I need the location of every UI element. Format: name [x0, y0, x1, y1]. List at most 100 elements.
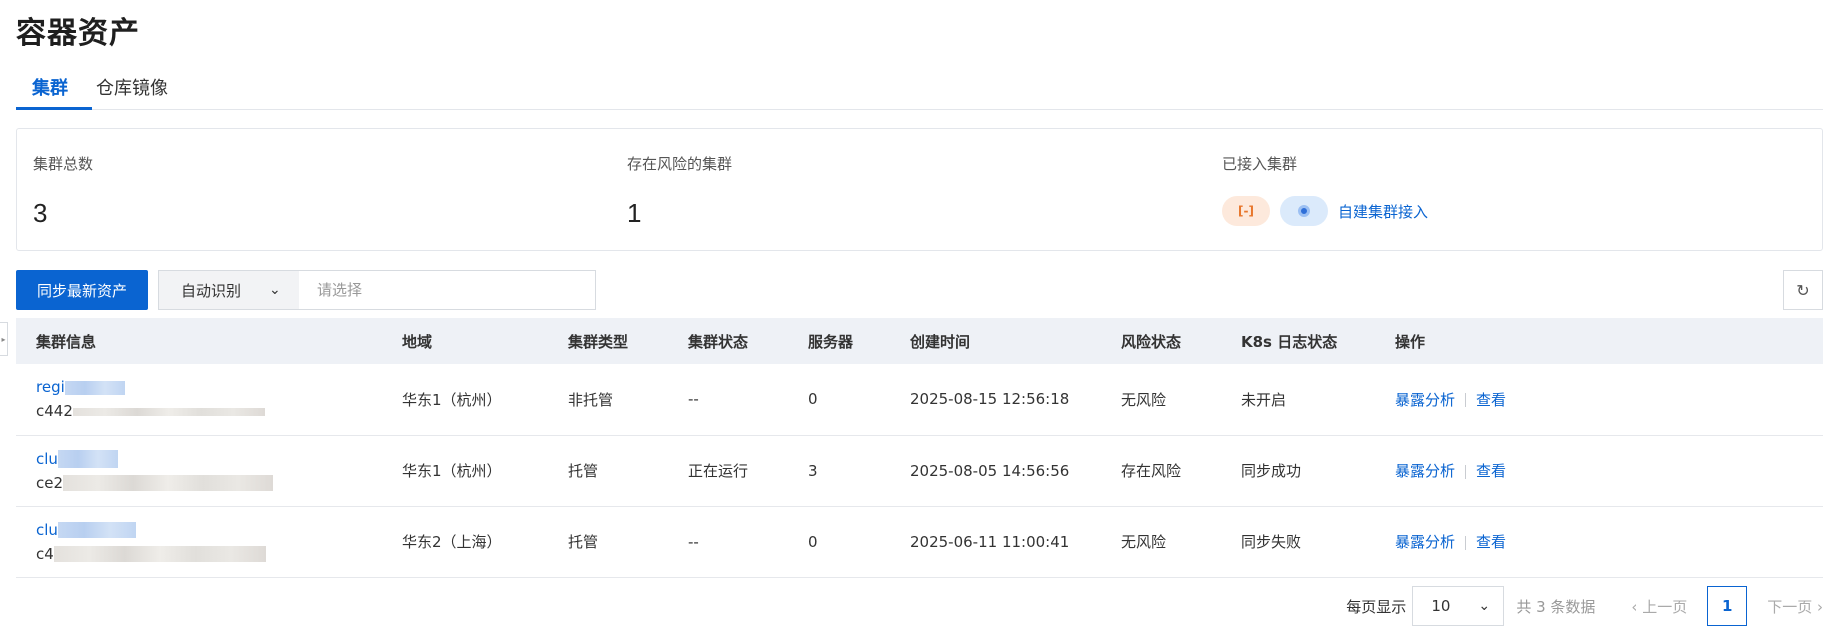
exposure-analysis-link[interactable]: 暴露分析: [1395, 533, 1455, 551]
cell-cluster-info: regi c442: [16, 364, 382, 436]
cluster-name-text: clu: [36, 520, 58, 539]
next-page-button[interactable]: 下一页 ›: [1767, 596, 1823, 617]
stat-total-clusters: 集群总数 3: [33, 153, 93, 229]
cluster-id-text: ce2: [36, 473, 64, 492]
stat-risk-label: 存在风险的集群: [627, 155, 733, 173]
cell-cluster-info: clu ce2: [16, 435, 382, 507]
page-size-value: 10: [1431, 597, 1451, 615]
refresh-button[interactable]: ↻: [1783, 270, 1823, 310]
cell-cluster-info: clu c4: [16, 506, 382, 578]
chevron-right-icon: ▸: [1, 334, 6, 344]
stat-total-label: 集群总数: [33, 155, 94, 173]
active-tab-indicator: [16, 107, 92, 110]
cell-type: 非托管: [548, 364, 668, 436]
cell-actions: 暴露分析 查看: [1375, 435, 1823, 507]
sidebar-collapse-handle[interactable]: ▸: [0, 322, 8, 356]
page-title: 容器资产: [16, 16, 140, 51]
action-divider: [1465, 393, 1467, 408]
cluster-name-text: regi: [36, 378, 65, 397]
action-divider: [1465, 535, 1467, 550]
table-row: regi c442 华东1（杭州） 非托管 -- 0 2025-08-15 12…: [16, 364, 1823, 436]
cell-actions: 暴露分析 查看: [1375, 506, 1823, 578]
tab-registry-images[interactable]: 仓库镜像: [96, 74, 168, 100]
page-size-select[interactable]: 10 ⌄: [1412, 586, 1505, 626]
pagination: 每页显示 10 ⌄ 共 3 条数据 ‹ 上一页 1 下一页 ›: [1346, 586, 1823, 626]
stats-card: 集群总数 3 存在风险的集群 1 已接入集群 [-] 自建集群接入: [16, 128, 1823, 251]
filter-value-input[interactable]: [299, 271, 595, 309]
link-icon: [-]: [1238, 204, 1254, 218]
redacted-name: [57, 450, 118, 468]
redacted-name: [64, 380, 125, 395]
cluster-name-link[interactable]: clu: [36, 520, 382, 540]
table-header-row: 集群信息 地域 集群类型 集群状态 服务器 创建时间 风险状态 K8s 日志状态…: [16, 318, 1823, 364]
col-cluster-status: 集群状态: [668, 318, 788, 364]
cell-region: 华东1（杭州）: [382, 364, 548, 436]
cell-actions: 暴露分析 查看: [1375, 364, 1823, 436]
tab-clusters[interactable]: 集群: [32, 74, 68, 100]
view-link[interactable]: 查看: [1476, 391, 1506, 409]
cell-type: 托管: [548, 506, 668, 578]
redacted-id: [63, 475, 274, 491]
cell-status: 正在运行: [668, 435, 788, 507]
cell-created: 2025-08-15 12:56:18: [890, 364, 1101, 436]
col-region: 地域: [382, 318, 548, 364]
chevron-right-icon: ›: [1812, 597, 1823, 616]
refresh-icon: ↻: [1796, 280, 1810, 300]
view-link[interactable]: 查看: [1476, 462, 1506, 480]
redacted-name: [57, 522, 136, 538]
action-divider: [1465, 464, 1467, 479]
cell-servers: 0: [788, 506, 890, 578]
cell-risk: 存在风险: [1101, 435, 1221, 507]
cell-status: --: [668, 506, 788, 578]
cluster-id: c4: [36, 544, 382, 564]
kubernetes-icon: [1298, 205, 1310, 217]
current-page-button[interactable]: 1: [1707, 586, 1748, 626]
filter-type-value: 自动识别: [181, 281, 242, 300]
cell-created: 2025-08-05 14:56:56: [890, 435, 1101, 507]
cluster-id: c442: [36, 401, 382, 421]
cell-created: 2025-06-11 11:00:41: [890, 506, 1101, 578]
total-count: 共 3 条数据: [1516, 597, 1596, 616]
clusters-table: 集群信息 地域 集群类型 集群状态 服务器 创建时间 风险状态 K8s 日志状态…: [16, 318, 1823, 578]
exposure-analysis-link[interactable]: 暴露分析: [1395, 462, 1455, 480]
connected-cluster-chips: [-] 自建集群接入: [1222, 196, 1428, 226]
cell-risk: 无风险: [1101, 506, 1221, 578]
col-servers: 服务器: [788, 318, 890, 364]
cell-log-status: 同步失败: [1221, 506, 1375, 578]
cell-log-status: 未开启: [1221, 364, 1375, 436]
cell-servers: 0: [788, 364, 890, 436]
next-page-label: 下一页: [1767, 597, 1813, 616]
cluster-name-link[interactable]: regi: [36, 377, 382, 397]
chevron-down-icon: ⌄: [1478, 598, 1491, 614]
cluster-name-link[interactable]: clu: [36, 449, 382, 469]
cell-log-status: 同步成功: [1221, 435, 1375, 507]
chevron-left-icon: ‹: [1631, 597, 1643, 616]
cell-status: --: [668, 364, 788, 436]
sync-assets-button[interactable]: 同步最新资产: [16, 270, 148, 310]
filter-group: 自动识别 ⌄: [158, 270, 596, 310]
col-risk-status: 风险状态: [1101, 318, 1221, 364]
cluster-id-text: c442: [36, 402, 73, 421]
cluster-type-chip-blue[interactable]: [1280, 196, 1328, 226]
cluster-type-chip-orange[interactable]: [-]: [1222, 196, 1270, 226]
page-size-label: 每页显示: [1346, 597, 1407, 616]
cell-region: 华东1（杭州）: [382, 435, 548, 507]
cluster-id: ce2: [36, 473, 382, 493]
chevron-down-icon: ⌄: [269, 282, 281, 298]
tab-bar: 集群 仓库镜像: [16, 70, 1823, 110]
prev-page-button[interactable]: ‹ 上一页: [1631, 596, 1687, 617]
stat-total-value: 3: [33, 198, 48, 228]
toolbar: 同步最新资产 自动识别 ⌄ ↻: [16, 270, 1823, 312]
view-link[interactable]: 查看: [1476, 533, 1506, 551]
prev-page-label: 上一页: [1642, 597, 1688, 616]
col-k8s-log-status: K8s 日志状态: [1221, 318, 1375, 364]
stat-connected-label: 已接入集群: [1222, 155, 1298, 173]
redacted-id: [53, 546, 266, 562]
cluster-name-text: clu: [36, 449, 58, 468]
exposure-analysis-link[interactable]: 暴露分析: [1395, 391, 1455, 409]
stat-risk-clusters: 存在风险的集群 1: [627, 153, 732, 229]
self-built-cluster-connect-link[interactable]: 自建集群接入: [1338, 201, 1428, 222]
stat-connected-clusters: 已接入集群 [-] 自建集群接入: [1222, 153, 1428, 226]
table-row: clu c4 华东2（上海） 托管 -- 0 2025-06-11 11:00:…: [16, 506, 1823, 578]
filter-type-select[interactable]: 自动识别 ⌄: [159, 271, 299, 309]
